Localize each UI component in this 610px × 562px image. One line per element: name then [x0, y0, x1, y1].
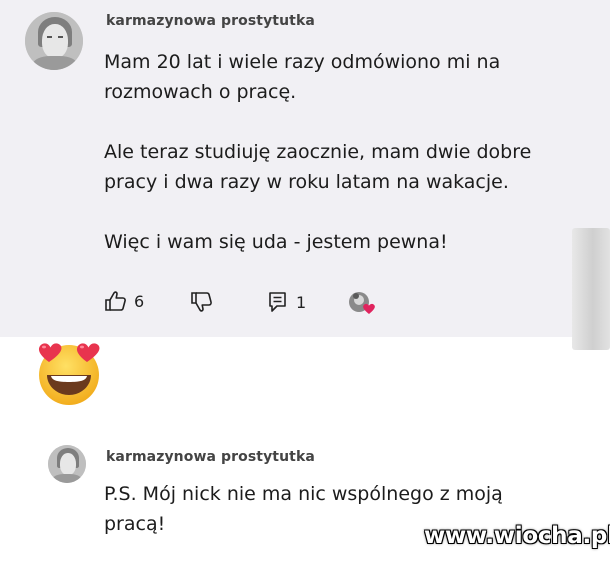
comment-text: Mam 20 lat i wiele razy odmówiono mi na … — [104, 51, 532, 253]
thumbs-down-icon — [190, 291, 214, 313]
author-avatar[interactable] — [48, 445, 86, 483]
like-count: 6 — [134, 291, 145, 311]
comment-author[interactable]: karmazynowa prostytutka — [106, 13, 315, 29]
reply-button[interactable]: 1 — [268, 291, 306, 313]
scrollbar-thumb[interactable] — [572, 228, 610, 350]
author-avatar[interactable] — [25, 12, 83, 70]
creator-heart[interactable] — [347, 290, 377, 318]
creator-heart-avatar-icon — [347, 290, 377, 318]
dislike-button[interactable] — [190, 291, 214, 313]
heart-eyes-emoji — [32, 339, 106, 407]
reply-count: 1 — [296, 292, 307, 312]
thumbs-up-icon — [104, 290, 128, 312]
comment-author[interactable]: karmazynowa prostytutka — [106, 449, 315, 465]
comment-icon — [268, 291, 288, 313]
like-button[interactable]: 6 — [104, 290, 144, 312]
watermark: www.wiocha.pl — [424, 523, 610, 549]
